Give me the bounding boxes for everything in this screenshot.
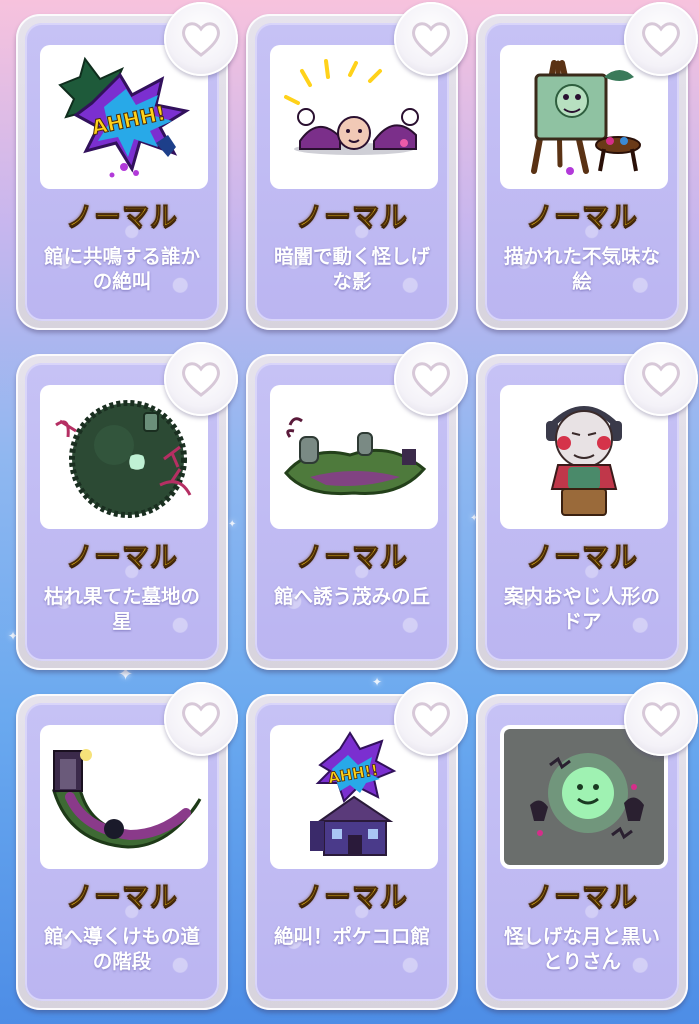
item-title: 館へ誘う茂みの丘 (273, 585, 430, 608)
item-card[interactable]: ノーマル 館へ誘う茂みの丘 (246, 342, 468, 670)
rarity-label: ノーマル (296, 542, 408, 574)
heart-outline-icon (642, 702, 680, 737)
favorite-button[interactable] (624, 682, 698, 756)
item-title: 案内おやじ人形のドア (503, 585, 660, 633)
heart-outline-icon (642, 362, 680, 397)
favorite-button[interactable] (164, 342, 238, 416)
heart-outline-icon (412, 362, 450, 397)
heart-outline-icon (182, 702, 220, 737)
item-title: 描かれた不気味な絵 (503, 245, 660, 293)
item-card[interactable]: ノーマル 館へ導くけもの道の階段 (16, 682, 238, 1010)
rarity-label: ノーマル (66, 202, 178, 234)
heart-outline-icon (412, 22, 450, 57)
item-card[interactable]: ノーマル 描かれた不気味な絵 (476, 2, 698, 330)
favorite-button[interactable] (624, 2, 698, 76)
favorite-button[interactable] (394, 682, 468, 756)
item-title: 枯れ果てた墓地の星 (43, 585, 200, 633)
item-card[interactable]: ノーマル 暗闇で動く怪しげな影 (246, 2, 468, 330)
item-grid: AHHH! ノーマル 館に共鳴する誰かの絶叫 ノーマル 暗闇で動く怪しげな影 ノ… (16, 2, 698, 1014)
favorite-button[interactable] (624, 342, 698, 416)
favorite-button[interactable] (164, 682, 238, 756)
item-title: 暗闇で動く怪しげな影 (273, 245, 430, 293)
heart-outline-icon (642, 22, 680, 57)
rarity-label: ノーマル (296, 202, 408, 234)
rarity-label: ノーマル (66, 542, 178, 574)
favorite-button[interactable] (164, 2, 238, 76)
item-card[interactable]: AHHH! ノーマル 館に共鳴する誰かの絶叫 (16, 2, 238, 330)
rarity-label: ノーマル (296, 882, 408, 914)
heart-outline-icon (182, 22, 220, 57)
rarity-label: ノーマル (526, 882, 638, 914)
favorite-button[interactable] (394, 2, 468, 76)
item-title: 絶叫！ポケコロ館 (273, 925, 430, 948)
favorite-button[interactable] (394, 342, 468, 416)
item-title: 館へ導くけもの道の階段 (43, 925, 200, 973)
rarity-label: ノーマル (526, 542, 638, 574)
item-card[interactable]: ノーマル 案内おやじ人形のドア (476, 342, 698, 670)
rarity-label: ノーマル (66, 882, 178, 914)
heart-outline-icon (182, 362, 220, 397)
heart-outline-icon (412, 702, 450, 737)
item-card[interactable]: AHH!! ノーマル 絶叫！ポケコロ館 (246, 682, 468, 1010)
rarity-label: ノーマル (526, 202, 638, 234)
item-title: 怪しげな月と黒いとりさん (503, 925, 660, 973)
item-title: 館に共鳴する誰かの絶叫 (43, 245, 200, 293)
item-card[interactable]: ノーマル 枯れ果てた墓地の星 (16, 342, 238, 670)
item-card[interactable]: ノーマル 怪しげな月と黒いとりさん (476, 682, 698, 1010)
